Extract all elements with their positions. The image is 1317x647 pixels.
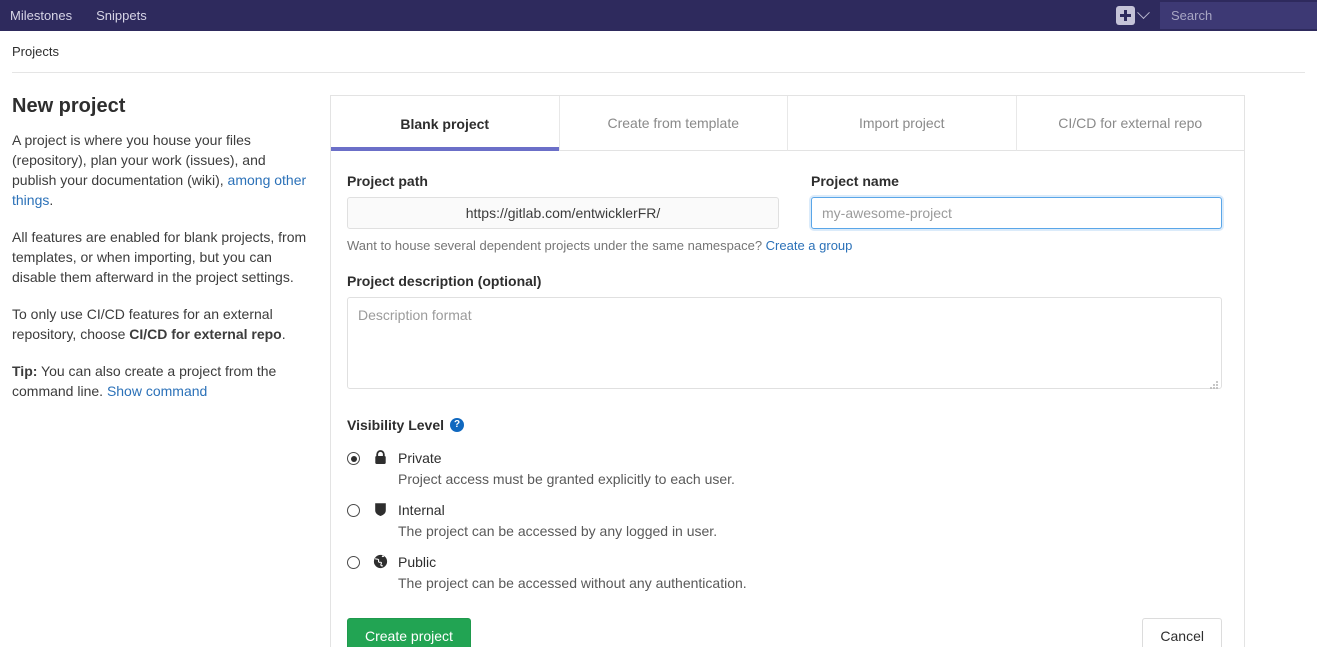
visibility-public-name: Public [398,554,437,570]
visibility-public-text: Public The project can be accessed witho… [398,553,1222,592]
project-description-label: Project description (optional) [347,273,542,289]
namespace-hint-text: Want to house several dependent projects… [347,238,766,253]
radio-public[interactable] [347,556,360,569]
shield-icon [372,502,388,540]
project-description-field: Project description (optional) [347,273,1222,394]
cancel-button[interactable]: Cancel [1142,618,1222,647]
top-navbar: Milestones Snippets [0,0,1317,31]
question-mark-icon[interactable]: ? [450,418,465,432]
sidebar-paragraph-2: All features are enabled for blank proje… [12,229,307,285]
lock-icon [372,450,388,488]
create-project-button[interactable]: Create project [347,618,471,647]
cicd-external-repo-emphasis: CI/CD for external repo [129,326,282,342]
project-description-input[interactable] [347,297,1222,389]
radio-internal[interactable] [347,504,360,517]
visibility-header: Visibility Level ? [347,417,1222,433]
sidebar-paragraph-3-end: . [281,326,286,342]
search-input[interactable] [1160,2,1317,29]
path-name-row: Project path https://gitlab.com/entwickl… [347,173,1222,229]
visibility-internal-desc: The project can be accessed by any logge… [398,523,718,539]
form-actions: Create project Cancel [347,618,1222,647]
visibility-level-label: Visibility Level [347,417,445,433]
visibility-internal-name: Internal [398,502,445,518]
sidebar-info: New project A project is where you house… [12,95,330,647]
project-name-input-wrap [811,197,1222,229]
visibility-private-name: Private [398,450,442,466]
show-command-link[interactable]: Show command [107,383,207,399]
new-item-button[interactable] [1116,6,1135,25]
tab-blank-project[interactable]: Blank project [331,96,560,151]
navbar-links: Milestones Snippets [0,8,147,23]
visibility-private-desc: Project access must be granted explicitl… [398,471,735,487]
nav-link-milestones[interactable]: Milestones [10,8,72,23]
radio-private[interactable] [347,452,360,465]
namespace-hint: Want to house several dependent projects… [347,238,1222,253]
page-title: New project [12,95,126,117]
new-project-card: Blank project Create from template Impor… [330,95,1245,647]
visibility-option-private[interactable]: Private Project access must be granted e… [347,449,1222,488]
project-name-field: Project name [811,173,1222,229]
sidebar-paragraph-1: A project is where you house your files … [12,130,312,210]
visibility-public-desc: The project can be accessed without any … [398,575,747,591]
tab-cicd-external-repo[interactable]: CI/CD for external repo [1016,96,1244,151]
sidebar-tip: Tip: You can also create a project from … [12,361,312,401]
tip-label: Tip: [12,363,38,379]
project-type-tabs: Blank project Create from template Impor… [331,96,1244,151]
nav-link-snippets[interactable]: Snippets [96,8,147,23]
project-path-field: Project path https://gitlab.com/entwickl… [347,173,779,229]
tab-create-from-template[interactable]: Create from template [559,96,788,151]
breadcrumb: Projects [0,31,1317,72]
sidebar-paragraph-1-end: . [49,192,54,208]
new-project-form: Project path https://gitlab.com/entwickl… [331,151,1244,647]
plus-icon [1120,10,1131,21]
description-textarea-wrap [347,297,1222,394]
breadcrumb-item-projects[interactable]: Projects [12,44,59,59]
project-path-label: Project path [347,173,428,189]
tab-import-project[interactable]: Import project [788,96,1017,151]
visibility-internal-text: Internal The project can be accessed by … [398,501,1222,540]
project-name-input[interactable] [811,197,1222,229]
navbar-right [1116,0,1317,31]
project-name-label: Project name [811,173,899,189]
project-path-prefix[interactable]: https://gitlab.com/entwicklerFR/ [347,197,779,229]
chevron-down-icon[interactable] [1137,6,1150,20]
visibility-option-public[interactable]: Public The project can be accessed witho… [347,553,1222,592]
visibility-private-text: Private Project access must be granted e… [398,449,1222,488]
sidebar-paragraph-3: To only use CI/CD features for an extern… [12,304,312,344]
globe-icon [372,554,388,592]
page-content: New project A project is where you house… [0,73,1317,647]
visibility-option-internal[interactable]: Internal The project can be accessed by … [347,501,1222,540]
create-a-group-link[interactable]: Create a group [766,238,853,253]
